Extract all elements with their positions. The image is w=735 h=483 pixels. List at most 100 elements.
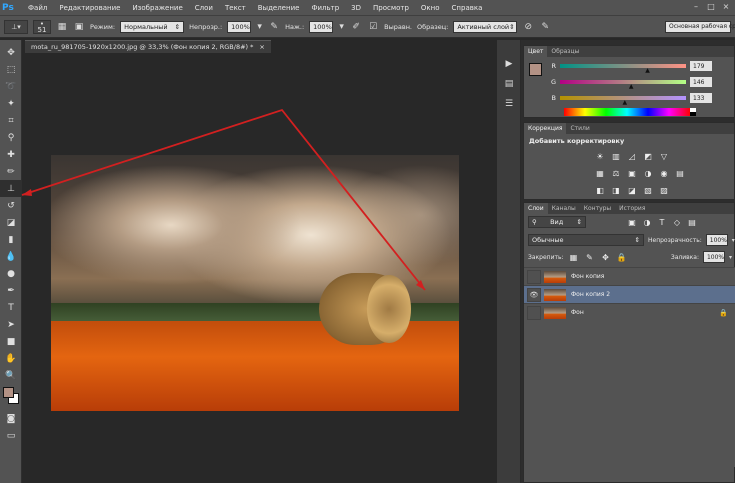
b-value[interactable]: 133: [690, 93, 712, 103]
lock-transparent-icon[interactable]: ▦: [568, 252, 580, 263]
properties-icon[interactable]: ☰: [497, 94, 521, 114]
tab-channels[interactable]: Каналы: [548, 203, 580, 214]
color-balance-icon[interactable]: ▣: [626, 168, 638, 179]
pressure-size-icon[interactable]: ✎: [539, 21, 551, 33]
workspace-select[interactable]: Основная рабочая среда: [665, 20, 735, 33]
clone-stamp-preset-picker[interactable]: ⊥▾: [4, 19, 28, 34]
shape-filter-icon[interactable]: ◇: [671, 217, 683, 228]
close-icon[interactable]: ×: [259, 43, 264, 51]
exposure-icon[interactable]: ◩: [642, 151, 654, 162]
menu-file[interactable]: Файл: [22, 4, 53, 12]
black-white-icon[interactable]: ◑: [642, 168, 654, 179]
dodge-tool-icon[interactable]: ●: [0, 265, 22, 282]
menu-help[interactable]: Справка: [446, 4, 489, 12]
menu-3d[interactable]: 3D: [345, 4, 367, 12]
layer-row-selected[interactable]: 👁 Фон копия 2: [524, 285, 735, 303]
curves-icon[interactable]: ◿: [626, 151, 638, 162]
aligned-checkbox[interactable]: ☑: [367, 21, 379, 33]
move-tool-icon[interactable]: ✥: [0, 44, 22, 61]
g-track[interactable]: ▲: [560, 80, 686, 90]
pressure-dropdown-icon[interactable]: ▾: [338, 21, 345, 33]
r-track[interactable]: ▲: [560, 64, 686, 74]
hue-saturation-icon[interactable]: ⚖: [610, 168, 622, 179]
history-icon[interactable]: ▤: [497, 74, 521, 94]
brush-size-picker[interactable]: • 51: [33, 19, 51, 34]
pixel-filter-icon[interactable]: ▣: [626, 217, 638, 228]
menu-type[interactable]: Текст: [219, 4, 252, 12]
photo-filter-icon[interactable]: ◉: [658, 168, 670, 179]
vibrance-icon[interactable]: ▦: [594, 168, 606, 179]
layer-filter-select[interactable]: ⚲ Вид ⇕: [528, 216, 586, 228]
type-tool-icon[interactable]: T: [0, 299, 22, 316]
visibility-toggle[interactable]: [527, 269, 541, 284]
posterize-icon[interactable]: ◨: [610, 185, 622, 196]
chevron-down-icon[interactable]: ▾: [732, 237, 735, 244]
menu-filter[interactable]: Фильтр: [305, 4, 345, 12]
menu-layers[interactable]: Слои: [189, 4, 219, 12]
mode-select[interactable]: Нормальный ⇕: [120, 20, 185, 33]
screen-mode-icon[interactable]: ▭: [0, 427, 22, 444]
layer-opacity-input[interactable]: 100%: [705, 234, 728, 246]
ignore-adjustment-icon[interactable]: ⊘: [522, 21, 534, 33]
adjustment-filter-icon[interactable]: ◑: [641, 217, 653, 228]
eye-icon[interactable]: 👁: [527, 287, 541, 302]
r-slider-thumb[interactable]: ▲: [645, 67, 650, 74]
brush-tool-icon[interactable]: ✏: [0, 163, 22, 180]
tab-adjustments[interactable]: Коррекция: [524, 123, 567, 134]
quick-mask-icon[interactable]: ◙: [0, 410, 22, 427]
brightness-icon[interactable]: ☀: [594, 151, 606, 162]
document-tab[interactable]: mota_ru_981705-1920x1200.jpg @ 33,3% (Фо…: [25, 40, 271, 53]
zoom-tool-icon[interactable]: 🔍: [0, 367, 22, 384]
opacity-dropdown-icon[interactable]: ▾: [256, 21, 263, 33]
b-track[interactable]: ▲: [560, 96, 686, 106]
g-slider-thumb[interactable]: ▲: [629, 83, 634, 90]
tab-paths[interactable]: Контуры: [580, 203, 615, 214]
ramp-black[interactable]: [690, 112, 696, 116]
airbrush-icon[interactable]: ✐: [350, 21, 362, 33]
slider-g[interactable]: G ▲ 146: [524, 77, 735, 90]
hand-tool-icon[interactable]: ✋: [0, 350, 22, 367]
r-value[interactable]: 179: [690, 61, 712, 71]
blur-tool-icon[interactable]: 💧: [0, 248, 22, 265]
path-selection-tool-icon[interactable]: ➤: [0, 316, 22, 333]
play-icon[interactable]: ▶: [497, 54, 521, 74]
selective-color-icon[interactable]: ▧: [642, 185, 654, 196]
slider-r[interactable]: R ▲ 179: [524, 61, 735, 74]
g-value[interactable]: 146: [690, 77, 712, 87]
opacity-input[interactable]: 100%: [227, 20, 252, 33]
menu-edit[interactable]: Редактирование: [53, 4, 126, 12]
pen-tool-icon[interactable]: ✒: [0, 282, 22, 299]
fill-input[interactable]: 100%: [702, 251, 725, 263]
lasso-tool-icon[interactable]: ➰: [0, 78, 22, 95]
lock-position-icon[interactable]: ✥: [600, 252, 612, 263]
gradient-tool-icon[interactable]: ▮: [0, 231, 22, 248]
clone-source-icon[interactable]: ▣: [73, 21, 85, 33]
eraser-tool-icon[interactable]: ◪: [0, 214, 22, 231]
tab-color[interactable]: Цвет: [524, 46, 548, 57]
menu-select[interactable]: Выделение: [252, 4, 306, 12]
history-brush-tool-icon[interactable]: ↺: [0, 197, 22, 214]
color-lookup-icon[interactable]: ▨: [658, 185, 670, 196]
invert-icon[interactable]: ◧: [594, 185, 606, 196]
tab-layers[interactable]: Слои: [524, 203, 548, 214]
foreground-color-swatch[interactable]: [3, 387, 14, 398]
document-image[interactable]: [51, 155, 459, 411]
marquee-tool-icon[interactable]: ⬚: [0, 61, 22, 78]
type-filter-icon[interactable]: T: [656, 217, 668, 228]
channel-mixer-icon[interactable]: ▤: [674, 168, 686, 179]
tab-styles[interactable]: Стили: [566, 123, 593, 134]
sample-select[interactable]: Активный слой ⇕: [453, 20, 518, 33]
chevron-down-icon[interactable]: ▾: [729, 254, 732, 261]
threshold-icon[interactable]: ◪: [626, 185, 638, 196]
menu-image[interactable]: Изображение: [126, 4, 188, 12]
tab-history[interactable]: История: [615, 203, 649, 214]
tab-swatches[interactable]: Образцы: [547, 46, 583, 57]
layer-row[interactable]: Фон 🔒: [524, 303, 735, 321]
healing-brush-tool-icon[interactable]: ✚: [0, 146, 22, 163]
color-spectrum-ramp[interactable]: [564, 108, 690, 116]
lock-all-icon[interactable]: 🔒: [616, 252, 628, 263]
levels-icon[interactable]: ▥: [610, 151, 622, 162]
rectangle-tool-icon[interactable]: ■: [0, 333, 22, 350]
pressure-opacity-icon[interactable]: ✎: [268, 21, 280, 33]
clone-stamp-tool-icon[interactable]: ⊥: [0, 180, 22, 197]
